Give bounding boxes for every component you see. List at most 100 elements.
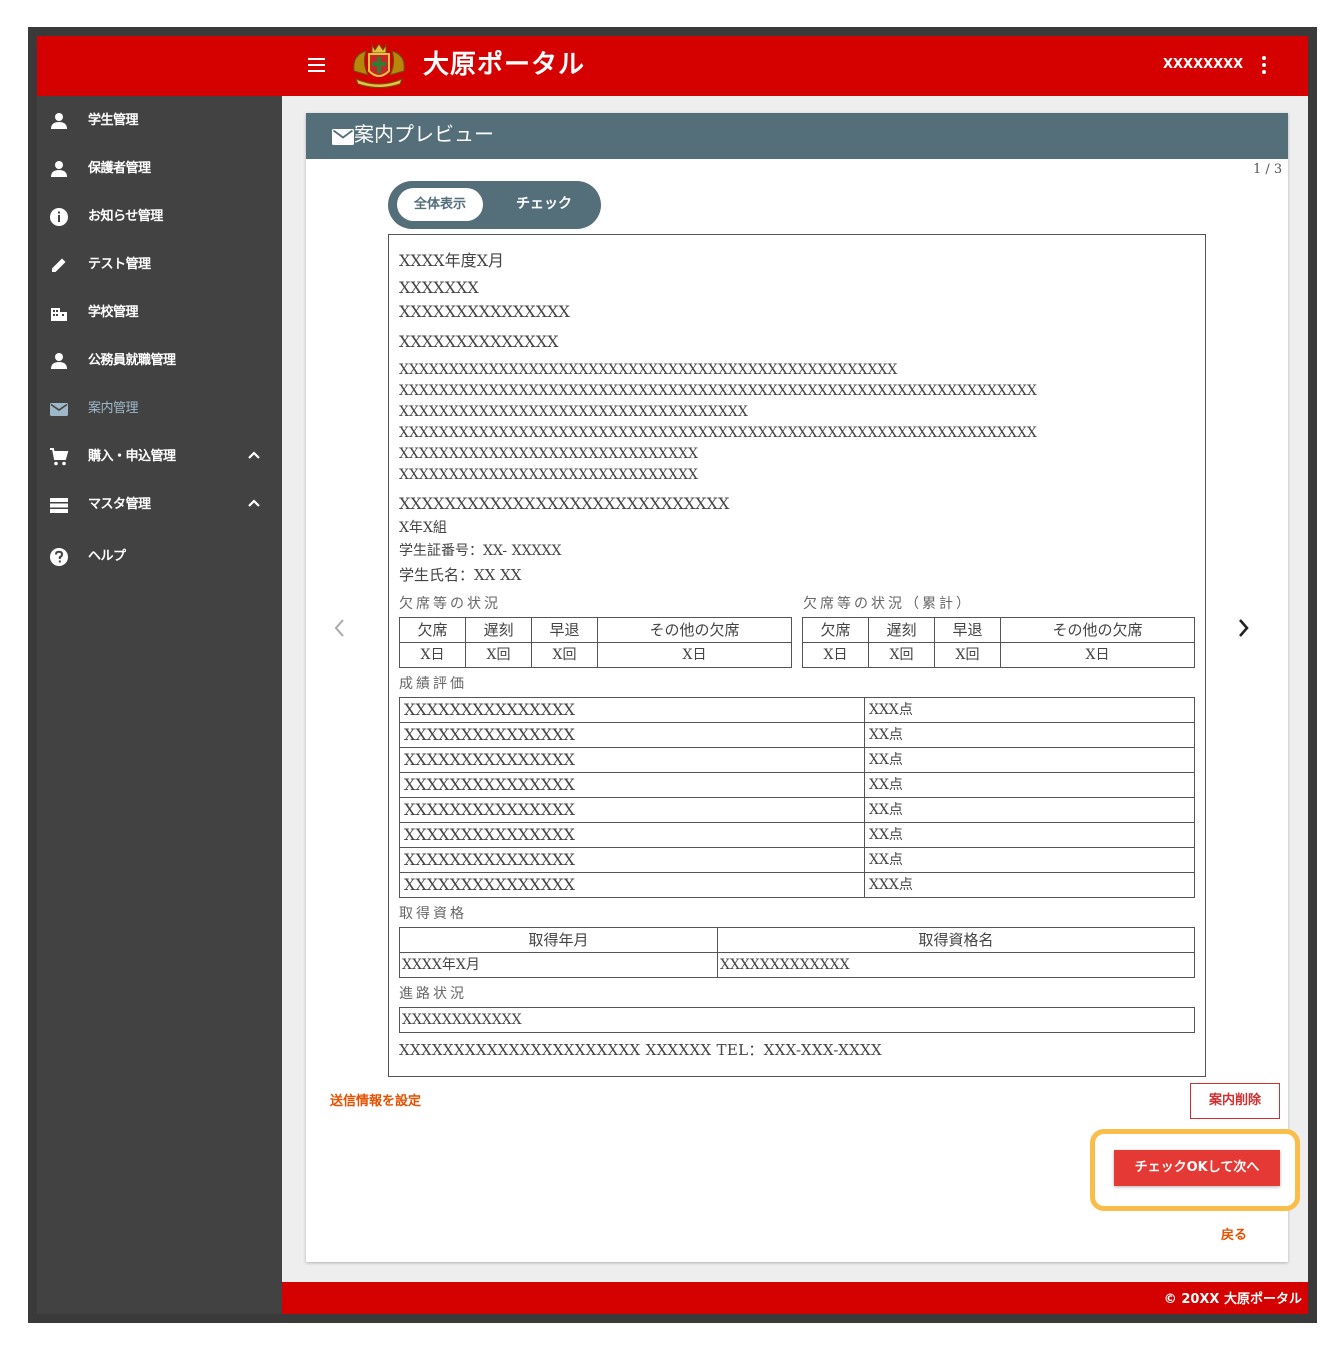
table-cell: XXXXXXXXXXXXX xyxy=(717,952,1195,978)
table-row: 欠席 遅刻 早退 その他の欠席 xyxy=(802,617,1195,643)
table-row: XXXXXXXXXXXXXXX XXX点 xyxy=(399,872,1195,898)
grades-table: XXXXXXXXXXXXXXX XXX点 XXXXXXXXXXXXXXX XX点 X… xyxy=(399,697,1195,898)
school-crest-logo xyxy=(353,43,405,88)
doc-body-line: XXXXXXXXXXXXXXXXXXXXXXXXXXXXXXXXXXXXXXXX… xyxy=(399,425,1037,441)
table-cell: XXXXXXXXXXXXXXX xyxy=(399,847,865,873)
chevron-right-icon[interactable] xyxy=(1233,616,1253,640)
chevron-up-icon[interactable] xyxy=(246,495,262,511)
table-cell: X回 xyxy=(868,642,935,668)
guide-preview-card: 案内プレビュー 1 / 3 全体表示 チェック XXXX年度X月 XXXXXXX… xyxy=(306,113,1300,1262)
mail-icon xyxy=(50,403,68,416)
chevron-left-icon[interactable] xyxy=(330,616,350,640)
doc-student-number: 学生証番号：XX- XXXXX xyxy=(399,543,562,559)
table-row: XXXXXXXXXXXXXXX XX点 xyxy=(399,772,1195,798)
person-icon xyxy=(51,161,67,177)
table-row: XXXXXXXXXXXXXXX XX点 xyxy=(399,797,1195,823)
table-cell: X日 xyxy=(1000,642,1195,668)
back-link[interactable]: 戻る xyxy=(1221,1226,1247,1246)
sidebar-item-purchases[interactable]: 購入・申込管理 xyxy=(37,436,282,476)
table-header: 遅刻 xyxy=(868,617,935,643)
table-header: その他の欠席 xyxy=(597,617,792,643)
sidebar-item-help[interactable]: ヘルプ xyxy=(37,536,282,576)
sidebar-item-label: マスタ管理 xyxy=(88,497,151,512)
table-header: 欠席 xyxy=(802,617,869,643)
doc-body-line: XXXXXXXXXXXXXXXXXXXXXXXXXXXXXXXXXXXXXXXX… xyxy=(399,362,898,378)
app-title: 大原ポータル xyxy=(423,50,586,80)
person-icon xyxy=(51,353,67,369)
table-cell: X回 xyxy=(465,642,532,668)
sidebar-item-label: 保護者管理 xyxy=(88,161,151,176)
sidebar-item-label: ヘルプ xyxy=(88,549,126,564)
sidebar-item-schools[interactable]: 学校管理 xyxy=(37,292,282,332)
grades-section-title: 成績評価 xyxy=(399,676,467,692)
sidebar-item-label: 公務員就職管理 xyxy=(88,353,176,368)
sidebar-item-label: 案内管理 xyxy=(88,401,139,416)
doc-line: XXXXXXXXXXXXXX xyxy=(399,332,559,351)
hamburger-menu-icon[interactable] xyxy=(305,53,329,77)
sidebar-item-guardians[interactable]: 保護者管理 xyxy=(37,148,282,188)
table-cell: XX点 xyxy=(864,797,1195,823)
table-header: 欠席 xyxy=(399,617,466,643)
table-cell: XXX点 xyxy=(864,697,1195,723)
page-title: 案内プレビュー xyxy=(354,122,494,146)
table-cell: XXXXXXXXXXXXXXX xyxy=(399,872,865,898)
app-window: 大原ポータル XXXXXXXX 学生管理 保護者管理 お知らせ管理 テスト管理 … xyxy=(37,36,1308,1314)
user-name[interactable]: XXXXXXXX xyxy=(1163,55,1243,75)
table-row: X日 X回 X回 X日 xyxy=(399,642,792,668)
doc-line: XXXXXXXXXXXXXXX xyxy=(399,302,570,321)
table-cell: XXXXXXXXXXXX xyxy=(399,1007,1195,1033)
check-ok-next-button[interactable]: チェックOKして次へ xyxy=(1114,1150,1280,1186)
sidebar-item-label: テスト管理 xyxy=(88,257,151,272)
table-row: XXXXXXXXXXXXXXX XX点 xyxy=(399,722,1195,748)
absence-total-section-title: 欠席等の状況（累計） xyxy=(803,596,973,612)
sidebar-item-notices[interactable]: お知らせ管理 xyxy=(37,196,282,236)
doc-date-line: XXXX年度X月 xyxy=(399,251,504,270)
doc-school-name: XXXXXXXXXXXXXXXXXXXXXXXXXXXXX xyxy=(399,494,730,513)
table-cell: XX点 xyxy=(864,847,1195,873)
sidebar-item-label: 購入・申込管理 xyxy=(88,449,176,464)
table-row: XXXX年X月 XXXXXXXXXXXXX xyxy=(399,952,1195,978)
table-cell: XXXX年X月 xyxy=(399,952,718,978)
more-vert-icon[interactable] xyxy=(1255,52,1273,78)
sidebar-item-master[interactable]: マスタ管理 xyxy=(37,484,282,524)
table-cell: X日 xyxy=(597,642,792,668)
table-cell: X日 xyxy=(399,642,466,668)
toggle-all-view[interactable]: 全体表示 xyxy=(397,188,483,221)
sidebar-item-guides[interactable]: 案内管理 xyxy=(37,388,282,428)
top-app-bar: 大原ポータル XXXXXXXX xyxy=(37,36,1308,96)
table-row: XXXXXXXXXXXXXXX XX点 xyxy=(399,847,1195,873)
doc-body-line: XXXXXXXXXXXXXXXXXXXXXXXXXXXXXXXXXXXXXXXX… xyxy=(399,383,1037,399)
absence-section-title: 欠席等の状況 xyxy=(399,596,501,612)
sidebar-item-label: お知らせ管理 xyxy=(88,209,163,224)
delete-guide-button[interactable]: 案内削除 xyxy=(1190,1083,1280,1119)
table-header: 取得年月 xyxy=(399,927,718,953)
doc-body-line: XXXXXXXXXXXXXXXXXXXXXXXXXXXXXX xyxy=(399,467,699,483)
help-icon xyxy=(50,548,68,566)
building-icon xyxy=(51,308,67,321)
doc-body-line: XXXXXXXXXXXXXXXXXXXXXXXXXXXXXXXXXXX xyxy=(399,404,748,420)
sidebar-item-students[interactable]: 学生管理 xyxy=(37,100,282,140)
chevron-up-icon[interactable] xyxy=(246,447,262,463)
person-icon xyxy=(51,113,67,129)
toggle-check-view[interactable]: チェック xyxy=(498,188,590,221)
table-cell: X回 xyxy=(531,642,598,668)
table-cell: XX点 xyxy=(864,722,1195,748)
list-icon xyxy=(50,498,68,513)
table-row: X日 X回 X回 X日 xyxy=(802,642,1195,668)
career-table: XXXXXXXXXXXX xyxy=(399,1007,1195,1033)
sidebar-item-civil-service[interactable]: 公務員就職管理 xyxy=(37,340,282,380)
table-cell: XX点 xyxy=(864,822,1195,848)
pencil-icon xyxy=(52,258,66,272)
sidebar-item-tests[interactable]: テスト管理 xyxy=(37,244,282,284)
table-header: 早退 xyxy=(531,617,598,643)
cart-icon xyxy=(50,448,69,466)
view-mode-toggle: 全体表示 チェック xyxy=(388,181,601,229)
absence-table: 欠席 遅刻 早退 その他の欠席 X日 X回 X回 X日 xyxy=(399,617,792,668)
table-cell: XX点 xyxy=(864,772,1195,798)
table-cell: XXXXXXXXXXXXXXX xyxy=(399,772,865,798)
info-icon xyxy=(50,208,68,226)
sidebar-item-label: 学校管理 xyxy=(88,305,139,320)
table-cell: XXXXXXXXXXXXXXX xyxy=(399,797,865,823)
send-settings-link[interactable]: 送信情報を設定 xyxy=(330,1092,421,1112)
table-cell: XX点 xyxy=(864,747,1195,773)
